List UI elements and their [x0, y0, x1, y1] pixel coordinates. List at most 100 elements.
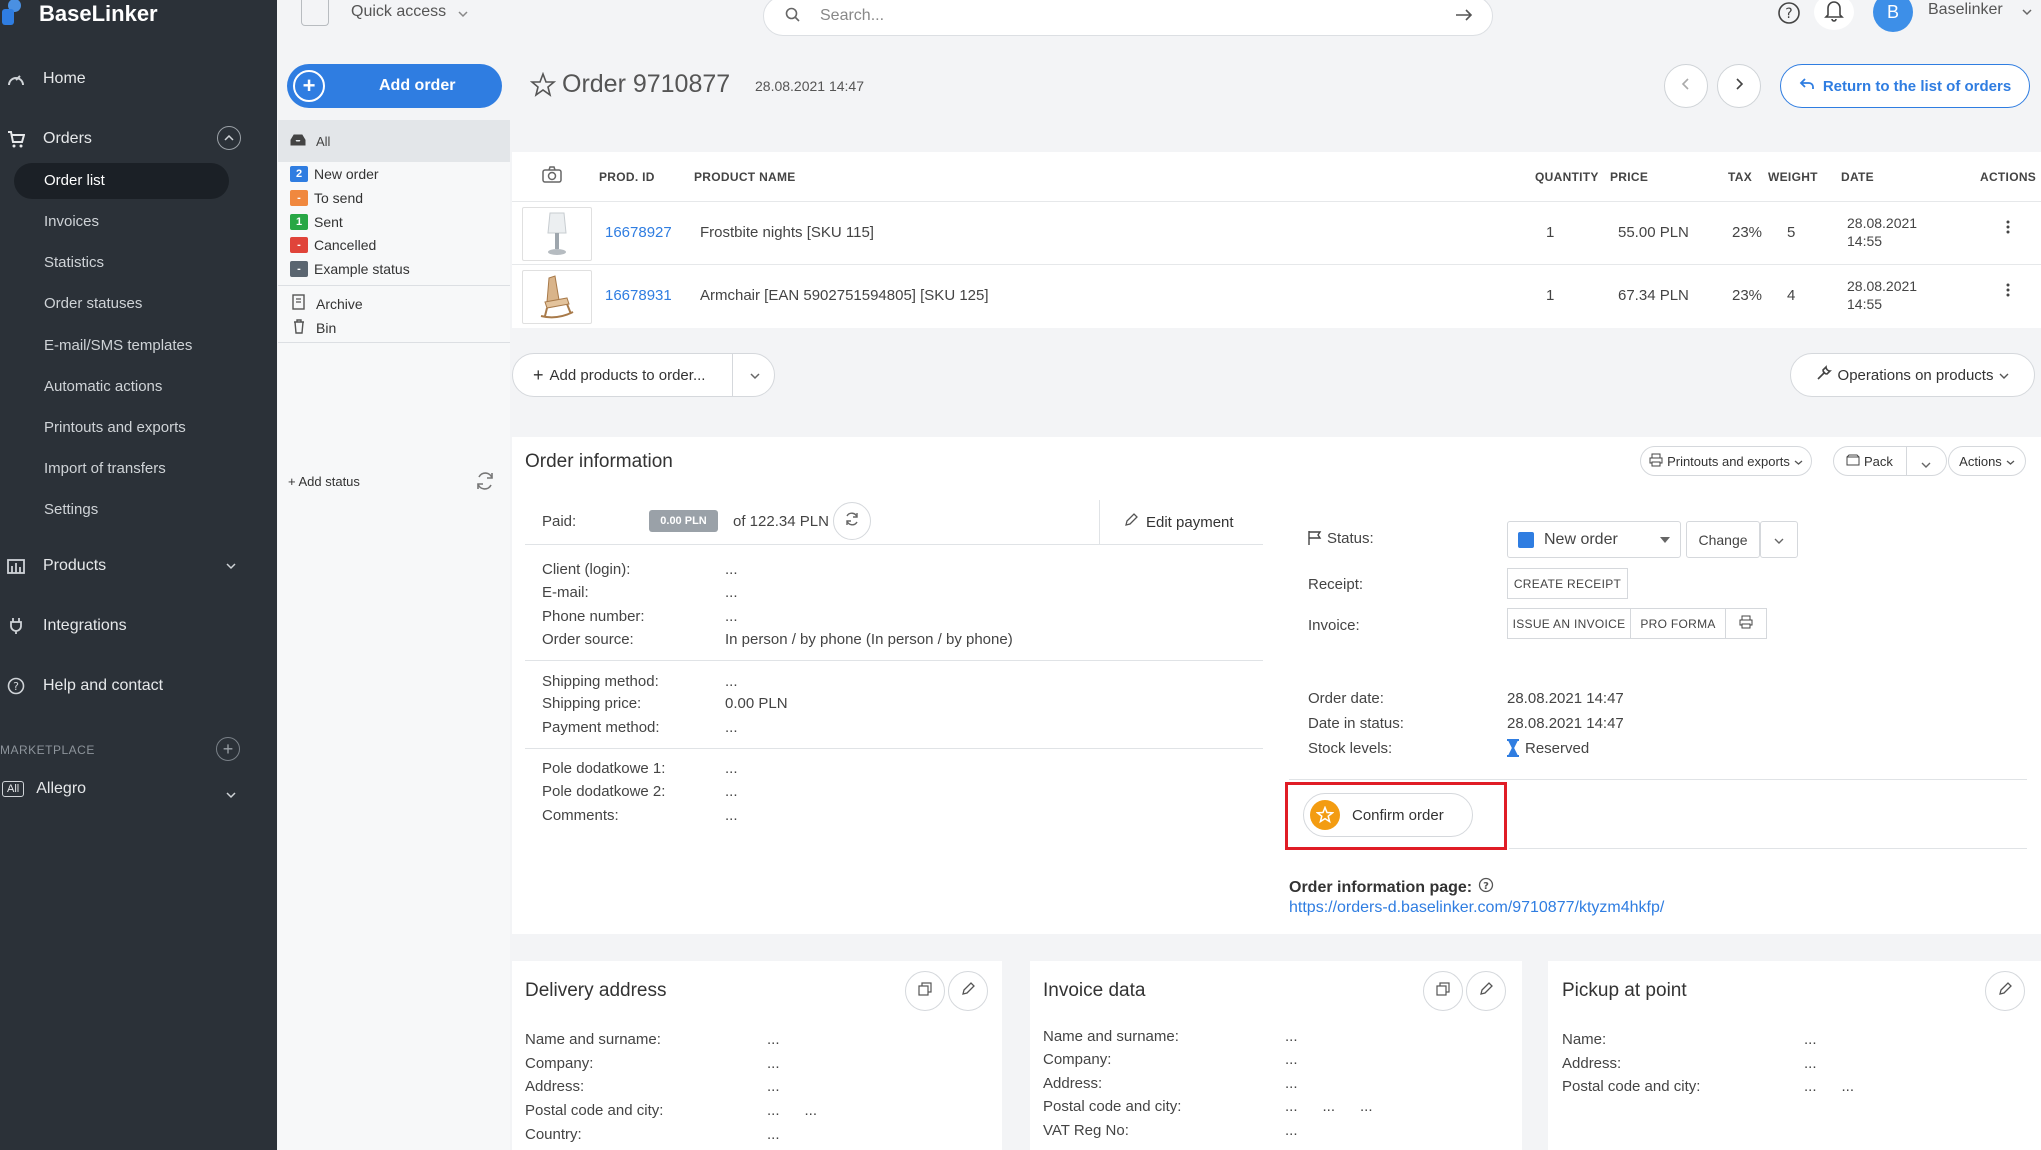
next-order-button[interactable] — [1717, 64, 1761, 108]
product-thumbnail[interactable] — [522, 270, 592, 324]
status-new-order[interactable]: 2 New order — [290, 166, 379, 182]
refresh-icon — [844, 511, 860, 531]
product-thumbnail[interactable] — [522, 207, 592, 261]
chevron-down-icon[interactable] — [1921, 457, 1931, 472]
sidebar-item-orders[interactable]: Orders — [0, 124, 277, 154]
row-actions-icon[interactable] — [2006, 282, 2010, 302]
sidebar-subitem-statistics[interactable]: Statistics — [44, 254, 104, 271]
order-info-page-link[interactable]: https://orders-d.baselinker.com/9710877/… — [1289, 899, 1664, 917]
column-header-date: DATE — [1841, 170, 1874, 184]
arrow-right-icon[interactable] — [1454, 6, 1474, 28]
status-count-badge: - — [290, 237, 308, 253]
chevron-down-icon[interactable] — [223, 787, 239, 807]
chevron-down-icon[interactable] — [223, 558, 239, 574]
copy-invoice-button[interactable] — [1423, 971, 1463, 1011]
help-icon[interactable]: ? — [1776, 0, 1802, 26]
chevron-down-icon — [1774, 532, 1784, 548]
edit-delivery-button[interactable] — [948, 971, 988, 1011]
status-bin[interactable]: Bin — [290, 318, 336, 337]
change-status-dropdown[interactable] — [1760, 521, 1798, 558]
plug-icon — [7, 617, 25, 635]
add-status-link[interactable]: + Add status — [288, 474, 360, 489]
status-cancelled[interactable]: - Cancelled — [290, 237, 376, 253]
product-id-link[interactable]: 16678931 — [605, 287, 672, 304]
product-price: 67.34 PLN — [1618, 287, 1689, 304]
sidebar-subitem-order-list[interactable]: Order list — [44, 172, 105, 189]
print-invoice-button[interactable] — [1725, 608, 1767, 639]
sidebar-subitem-printouts-exports[interactable]: Printouts and exports — [44, 419, 186, 436]
product-weight: 5 — [1787, 224, 1796, 241]
add-order-button[interactable]: + Add order — [287, 64, 502, 108]
sidebar-item-label: Help and contact — [43, 677, 164, 694]
status-select[interactable]: New order — [1507, 521, 1681, 558]
star-icon[interactable] — [529, 71, 557, 102]
actions-button[interactable]: Actions — [1948, 446, 2026, 476]
issue-invoice-button[interactable]: ISSUE AN INVOICE — [1507, 608, 1631, 639]
add-products-button[interactable]: + Add products to order... — [512, 353, 775, 397]
return-label: Return to the list of orders — [1822, 77, 2012, 95]
collapse-icon[interactable] — [217, 126, 241, 150]
edit-invoice-button[interactable] — [1466, 971, 1506, 1011]
chevron-down-icon[interactable] — [749, 368, 761, 385]
product-date-day: 28.08.2021 — [1847, 215, 1918, 231]
status-to-send[interactable]: - To send — [290, 190, 363, 206]
page-title: Order 9710877 — [562, 70, 731, 98]
refresh-icon[interactable] — [474, 470, 496, 496]
sidebar-item-products[interactable]: Products — [0, 551, 277, 581]
sidebar-subitem-email-sms-templates[interactable]: E-mail/SMS templates — [44, 337, 192, 354]
status-all[interactable]: All — [278, 120, 510, 162]
edit-pickup-button[interactable] — [1985, 971, 2025, 1011]
create-receipt-button[interactable]: CREATE RECEIPT — [1507, 568, 1628, 599]
products-icon — [7, 557, 25, 575]
search-input[interactable] — [820, 7, 1420, 25]
brand-logo[interactable]: BaseLinker — [0, 0, 158, 28]
order-date-value: 28.08.2021 14:47 — [1507, 690, 1624, 707]
table-row: 16678927 Frostbite nights [SKU 115] 1 55… — [512, 201, 2041, 264]
edit-payment-button[interactable]: Edit payment — [1124, 513, 1234, 531]
operations-on-products-button[interactable]: Operations on products — [1790, 353, 2035, 397]
status-sent[interactable]: 1 Sent — [290, 214, 343, 230]
return-to-list-button[interactable]: Return to the list of orders — [1780, 64, 2030, 108]
sidebar-item-label: Orders — [43, 130, 92, 147]
previous-order-button[interactable] — [1664, 64, 1708, 108]
status-archive[interactable]: Archive — [290, 294, 363, 313]
sidebar-subitem-import-transfers[interactable]: Import of transfers — [44, 460, 166, 477]
sidebar-subitem-automatic-actions[interactable]: Automatic actions — [44, 378, 162, 395]
sidebar-subitem-invoices[interactable]: Invoices — [44, 213, 99, 230]
help-icon[interactable]: ? — [1478, 877, 1494, 898]
product-date: 28.08.2021 14:55 — [1847, 277, 1917, 313]
sidebar-subitem-settings[interactable]: Settings — [44, 501, 98, 518]
sidebar-item-home[interactable]: Home — [0, 64, 277, 94]
user-name[interactable]: Baselinker — [1928, 1, 2003, 19]
confirm-order-button[interactable]: Confirm order — [1303, 793, 1473, 837]
pack-button[interactable]: Pack — [1864, 454, 1893, 469]
sidebar-item-allegro[interactable]: All Allegro — [0, 780, 86, 798]
printouts-exports-button[interactable]: Printouts and exports — [1640, 446, 1812, 476]
product-id-link[interactable]: 16678927 — [605, 224, 672, 241]
printer-icon — [1649, 453, 1663, 470]
field-label: Company: — [525, 1055, 594, 1072]
refresh-payment-button[interactable] — [833, 502, 871, 540]
status-count-badge: - — [290, 261, 308, 277]
change-status-button[interactable]: Change — [1686, 521, 1760, 558]
sidebar-item-integrations[interactable]: Integrations — [0, 611, 277, 641]
chevron-down-icon[interactable] — [2021, 4, 2033, 21]
field-value: ... — [725, 608, 738, 625]
bell-icon — [1823, 0, 1845, 26]
add-marketplace-icon[interactable]: + — [216, 737, 240, 761]
copy-delivery-button[interactable] — [905, 971, 945, 1011]
avatar[interactable]: B — [1873, 0, 1913, 32]
notifications-button[interactable] — [1814, 0, 1854, 30]
allegro-tag: All — [2, 781, 25, 797]
status-example[interactable]: - Example status — [290, 261, 410, 277]
sidebar-item-help[interactable]: ? Help and contact — [0, 671, 277, 701]
quick-access-icon[interactable] — [301, 0, 329, 26]
pro-forma-button[interactable]: PRO FORMA — [1630, 608, 1726, 639]
date-in-status-label: Date in status: — [1308, 715, 1404, 732]
quick-access-label[interactable]: Quick access — [351, 3, 446, 21]
field-label: Country: — [525, 1126, 582, 1143]
chevron-down-icon[interactable] — [457, 6, 469, 23]
row-actions-icon[interactable] — [2006, 219, 2010, 239]
sidebar-subitem-order-statuses[interactable]: Order statuses — [44, 295, 142, 312]
order-date-label: Order date: — [1308, 690, 1384, 707]
